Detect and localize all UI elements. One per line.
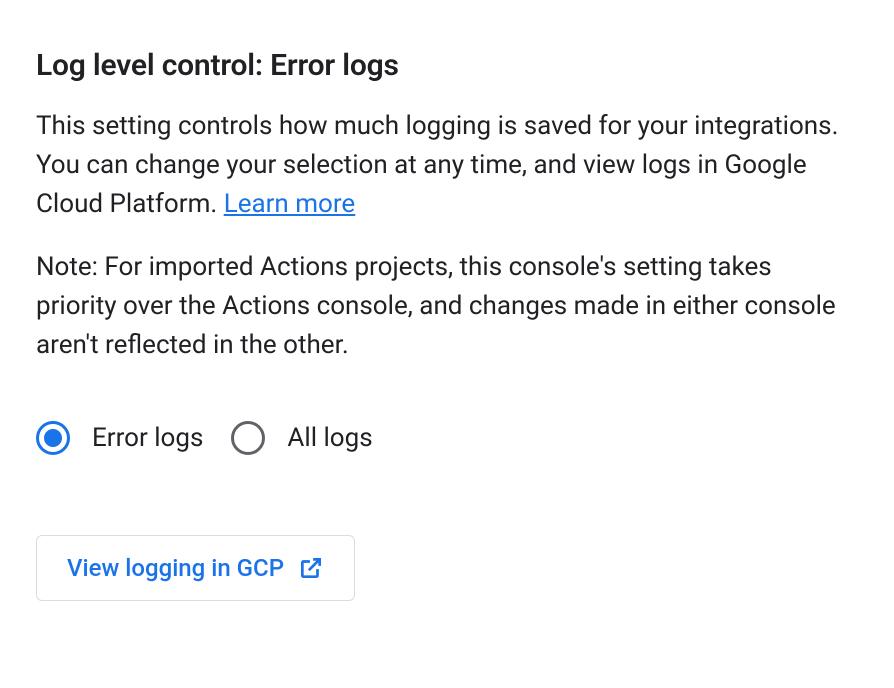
radio-error-logs[interactable]: Error logs bbox=[36, 421, 203, 455]
learn-more-link[interactable]: Learn more bbox=[224, 189, 356, 219]
radio-circle-unselected bbox=[231, 421, 265, 455]
page-title: Log level control: Error logs bbox=[36, 48, 858, 83]
radio-label-all-logs: All logs bbox=[287, 423, 372, 453]
button-label: View logging in GCP bbox=[67, 554, 284, 582]
radio-circle-selected bbox=[36, 421, 70, 455]
radio-label-error-logs: Error logs bbox=[92, 423, 203, 453]
note-text: Note: For imported Actions projects, thi… bbox=[36, 248, 856, 365]
log-level-radio-group: Error logs All logs bbox=[36, 421, 858, 455]
radio-dot bbox=[44, 429, 62, 447]
description-text: This setting controls how much logging i… bbox=[36, 107, 856, 224]
view-logging-gcp-button[interactable]: View logging in GCP bbox=[36, 535, 355, 601]
radio-all-logs[interactable]: All logs bbox=[231, 421, 372, 455]
external-link-icon bbox=[298, 555, 324, 581]
description-part1: This setting controls how much logging i… bbox=[36, 111, 838, 219]
